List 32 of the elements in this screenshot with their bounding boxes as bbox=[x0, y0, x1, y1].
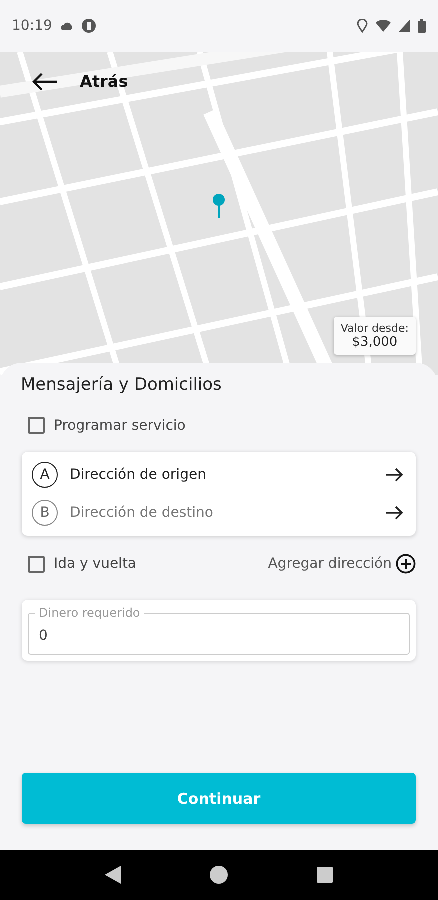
back-button[interactable]: Atrás bbox=[28, 68, 132, 95]
battery-icon bbox=[418, 19, 426, 33]
sheet-title: Mensajería y Domicilios bbox=[21, 375, 223, 395]
arrow-right-icon bbox=[386, 468, 404, 482]
checkbox-label: Programar servicio bbox=[54, 418, 186, 434]
home-icon[interactable] bbox=[210, 866, 228, 884]
checkbox-label: Ida y vuelta bbox=[54, 556, 137, 572]
address-text: Dirección de origen bbox=[70, 467, 208, 483]
signal-icon bbox=[399, 20, 410, 32]
plus-circle-icon bbox=[396, 554, 416, 574]
back-arrow-icon bbox=[32, 72, 58, 90]
field-label: Dinero requerido bbox=[38, 606, 142, 620]
recents-icon[interactable] bbox=[317, 867, 334, 883]
add-address-button[interactable]: Agregar dirección bbox=[268, 554, 416, 574]
money-input[interactable]: 0 bbox=[39, 622, 399, 644]
status-time: 10:19 bbox=[12, 18, 52, 34]
checkbox[interactable] bbox=[28, 417, 45, 434]
money-field[interactable]: Dinero requerido 0 bbox=[28, 606, 410, 655]
location-icon bbox=[357, 19, 368, 33]
wifi-icon bbox=[376, 20, 391, 32]
letter-marker: A bbox=[32, 462, 58, 488]
back-icon[interactable] bbox=[104, 866, 121, 884]
price-label: Valor desde: bbox=[340, 322, 409, 335]
address-row[interactable]: B Dirección de destino bbox=[32, 494, 404, 532]
address-text: Dirección de destino bbox=[70, 505, 214, 521]
letter-marker: B bbox=[32, 500, 58, 526]
address-row[interactable]: A Dirección de origen bbox=[32, 456, 404, 494]
price-value: $3,000 bbox=[352, 335, 398, 350]
cloud-icon bbox=[60, 20, 74, 32]
arrow-right-icon bbox=[386, 506, 404, 520]
app-icon bbox=[82, 19, 96, 33]
checkbox[interactable] bbox=[28, 556, 45, 572]
